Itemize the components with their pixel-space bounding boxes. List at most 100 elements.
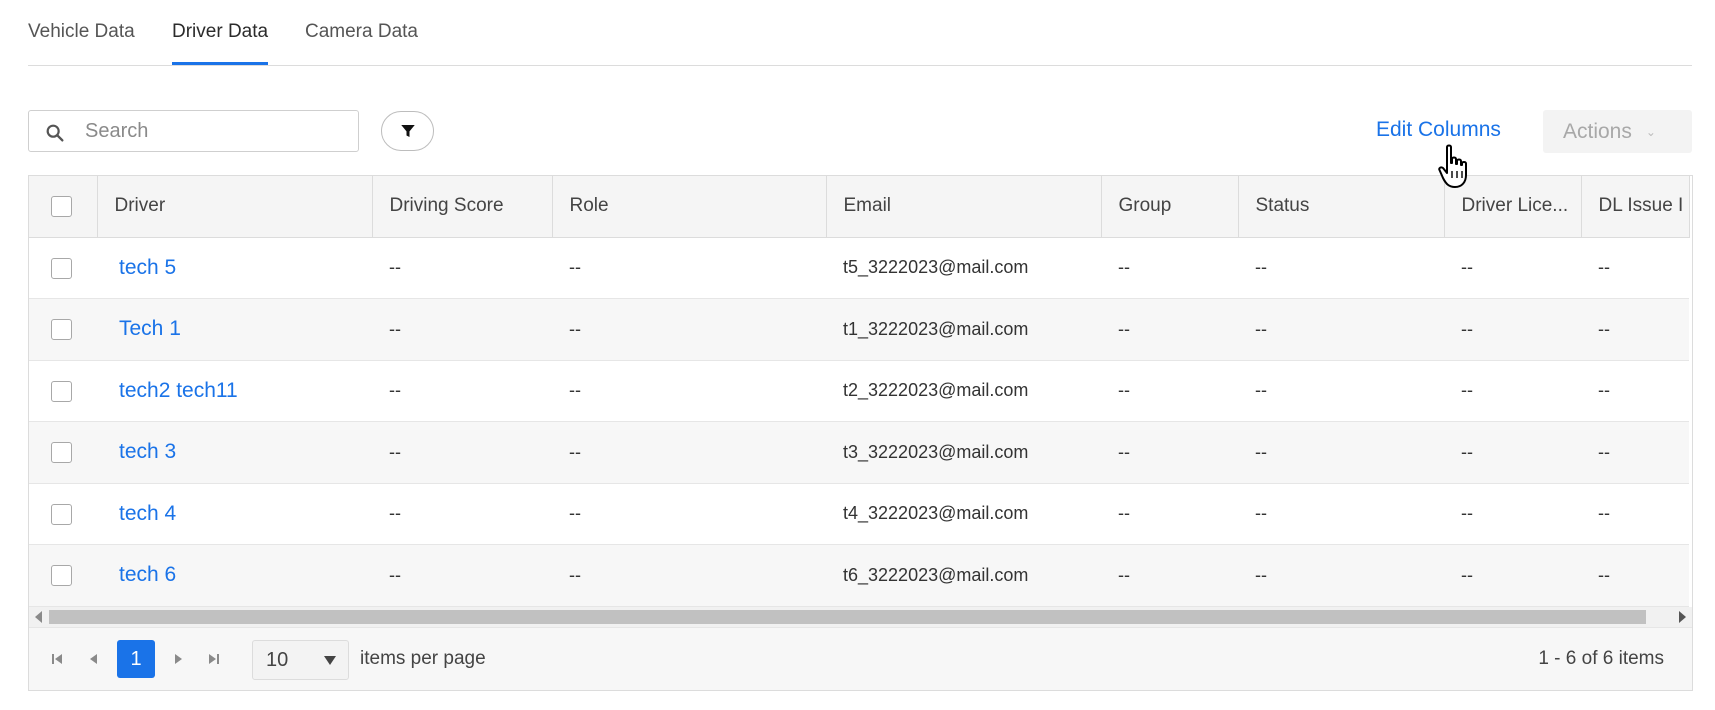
- tab-driver-data[interactable]: Driver Data: [172, 21, 269, 65]
- row-select-cell: [29, 237, 97, 299]
- driver-name-link[interactable]: tech 5: [97, 237, 372, 299]
- items-summary: 1 - 6 of 6 items: [1538, 648, 1664, 669]
- row-checkbox[interactable]: [51, 319, 72, 341]
- row-checkbox[interactable]: [51, 257, 72, 279]
- driver-license-cell: --: [1444, 544, 1581, 607]
- items-per-page-label: items per page: [360, 648, 486, 669]
- status-cell: --: [1238, 421, 1444, 484]
- driver-license-cell: --: [1444, 237, 1581, 299]
- role-cell: --: [552, 237, 826, 299]
- select-all-cell: [29, 176, 98, 238]
- select-all-checkbox[interactable]: [51, 195, 72, 217]
- horizontal-scrollbar[interactable]: [29, 607, 1692, 627]
- last-page-icon[interactable]: [207, 652, 221, 669]
- row-select-cell: [29, 298, 97, 361]
- page-size-select[interactable]: 10: [252, 640, 349, 680]
- search-box: [28, 110, 359, 152]
- status-cell: --: [1238, 298, 1444, 361]
- email-cell: t6_3222023@mail.com: [826, 544, 1101, 607]
- driver-license-cell: --: [1444, 483, 1581, 545]
- page-number-current[interactable]: 1: [117, 640, 155, 678]
- row-checkbox[interactable]: [51, 442, 72, 464]
- email-cell: t3_3222023@mail.com: [826, 421, 1101, 484]
- role-cell: --: [552, 360, 826, 422]
- email-cell: t4_3222023@mail.com: [826, 483, 1101, 545]
- tab-vehicle-data[interactable]: Vehicle Data: [28, 21, 135, 65]
- dl-issue-cell: --: [1581, 360, 1689, 422]
- column-header-email[interactable]: Email: [826, 176, 1102, 238]
- driving-score-cell: --: [372, 421, 552, 484]
- table-row: tech 6 -- -- t6_3222023@mail.com -- -- -…: [29, 544, 1689, 607]
- column-header-driving-score[interactable]: Driving Score: [372, 176, 553, 238]
- driver-license-cell: --: [1444, 360, 1581, 422]
- status-cell: --: [1238, 544, 1444, 607]
- search-input[interactable]: [85, 116, 345, 146]
- dl-issue-cell: --: [1581, 298, 1689, 361]
- edit-columns-link[interactable]: Edit Columns: [1376, 118, 1501, 142]
- dropdown-caret-icon: [324, 656, 336, 665]
- driver-name-link[interactable]: tech 6: [97, 544, 372, 607]
- email-cell: t2_3222023@mail.com: [826, 360, 1101, 422]
- scroll-left-arrow-icon[interactable]: [35, 611, 42, 623]
- email-cell: t5_3222023@mail.com: [826, 237, 1101, 299]
- next-page-icon[interactable]: [171, 652, 185, 669]
- group-cell: --: [1101, 237, 1238, 299]
- search-icon: [46, 124, 64, 142]
- column-header-role[interactable]: Role: [552, 176, 827, 238]
- hand-pointer-cursor-icon: [1438, 144, 1467, 188]
- driver-license-cell: --: [1444, 298, 1581, 361]
- dl-issue-cell: --: [1581, 421, 1689, 484]
- status-cell: --: [1238, 237, 1444, 299]
- row-select-cell: [29, 544, 97, 607]
- driver-name-link[interactable]: tech2 tech11: [97, 360, 372, 422]
- previous-page-icon[interactable]: [87, 652, 101, 669]
- scroll-right-arrow-icon[interactable]: [1679, 611, 1686, 623]
- tab-camera-data[interactable]: Camera Data: [305, 21, 418, 65]
- group-cell: --: [1101, 298, 1238, 361]
- scrollbar-thumb[interactable]: [49, 610, 1646, 624]
- group-cell: --: [1101, 360, 1238, 422]
- actions-dropdown-button[interactable]: Actions ⌄: [1543, 110, 1692, 153]
- email-cell: t1_3222023@mail.com: [826, 298, 1101, 361]
- driving-score-cell: --: [372, 544, 552, 607]
- row-checkbox[interactable]: [51, 380, 72, 402]
- pagination-bar: 1 10 items per page 1 - 6 of 6 items: [29, 627, 1692, 690]
- table-row: tech 5 -- -- t5_3222023@mail.com -- -- -…: [29, 237, 1689, 299]
- driver-name-link[interactable]: Tech 1: [97, 298, 372, 361]
- driving-score-cell: --: [372, 360, 552, 422]
- status-cell: --: [1238, 360, 1444, 422]
- row-checkbox[interactable]: [51, 565, 72, 587]
- row-checkbox[interactable]: [51, 503, 72, 525]
- table-row: tech 3 -- -- t3_3222023@mail.com -- -- -…: [29, 421, 1689, 484]
- group-cell: --: [1101, 421, 1238, 484]
- driving-score-cell: --: [372, 483, 552, 545]
- driving-score-cell: --: [372, 237, 552, 299]
- column-header-group[interactable]: Group: [1101, 176, 1239, 238]
- row-select-cell: [29, 483, 97, 545]
- dl-issue-cell: --: [1581, 237, 1689, 299]
- driving-score-cell: --: [372, 298, 552, 361]
- first-page-icon[interactable]: [50, 652, 64, 669]
- role-cell: --: [552, 483, 826, 545]
- tab-bar: Vehicle Data Driver Data Camera Data: [28, 0, 1692, 66]
- driver-license-cell: --: [1444, 421, 1581, 484]
- table-row: Tech 1 -- -- t1_3222023@mail.com -- -- -…: [29, 298, 1689, 361]
- filter-button[interactable]: [381, 111, 434, 151]
- driver-name-link[interactable]: tech 4: [97, 483, 372, 545]
- column-header-dl-issue[interactable]: DL Issue I: [1581, 176, 1690, 238]
- column-header-status[interactable]: Status: [1238, 176, 1445, 238]
- status-cell: --: [1238, 483, 1444, 545]
- driver-data-grid: Driver Driving Score Role Email Group St…: [28, 175, 1693, 691]
- driver-table: Driver Driving Score Role Email Group St…: [29, 176, 1690, 607]
- row-select-cell: [29, 421, 97, 484]
- actions-label: Actions: [1563, 119, 1632, 143]
- column-header-driver[interactable]: Driver: [97, 176, 373, 238]
- group-cell: --: [1101, 544, 1238, 607]
- table-row: tech2 tech11 -- -- t2_3222023@mail.com -…: [29, 360, 1689, 422]
- group-cell: --: [1101, 483, 1238, 545]
- table-row: tech 4 -- -- t4_3222023@mail.com -- -- -…: [29, 483, 1689, 545]
- driver-name-link[interactable]: tech 3: [97, 421, 372, 484]
- chevron-down-icon: ⌄: [1645, 124, 1656, 139]
- filter-funnel-icon: [400, 125, 415, 137]
- row-select-cell: [29, 360, 97, 422]
